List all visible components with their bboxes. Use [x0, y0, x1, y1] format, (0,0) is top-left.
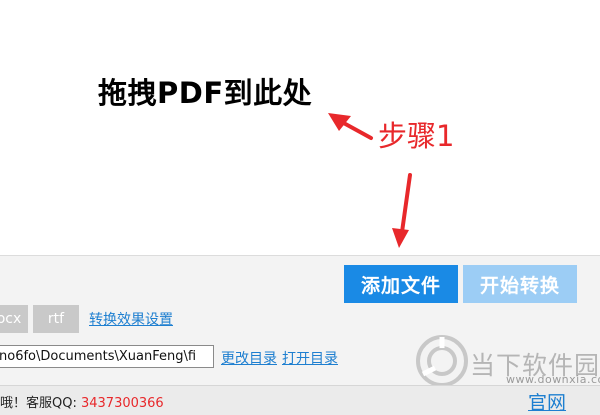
format-rtf-button[interactable]: rtf [33, 305, 79, 333]
step-label: 步骤1 [378, 119, 455, 153]
add-file-button[interactable]: 添加文件 [344, 265, 458, 303]
drop-zone-title: 拖拽PDF到此处 [98, 76, 313, 110]
drop-zone[interactable]: 拖拽PDF到此处 步骤1 [0, 0, 600, 255]
format-docx-button[interactable]: ocx [0, 305, 28, 333]
start-convert-button[interactable]: 开始转换 [463, 265, 577, 303]
change-directory-link[interactable]: 更改目录 [221, 348, 277, 368]
open-directory-link[interactable]: 打开目录 [282, 348, 338, 368]
output-path-field[interactable]: no6fo\Documents\XuanFeng\fi [0, 345, 214, 368]
conversion-settings-link[interactable]: 转换效果设置 [89, 309, 173, 329]
footer-qq-number: 3437300366 [80, 396, 164, 411]
footer-notice: 哦！客服QQ: 3437300366 [0, 392, 164, 411]
watermark-logo-icon [416, 335, 468, 387]
official-site-link[interactable]: 官网 [528, 388, 566, 415]
footer-bar: 哦！客服QQ: 3437300366 官网 [0, 385, 600, 415]
footer-notice-text: 哦！客服QQ: [0, 396, 81, 411]
